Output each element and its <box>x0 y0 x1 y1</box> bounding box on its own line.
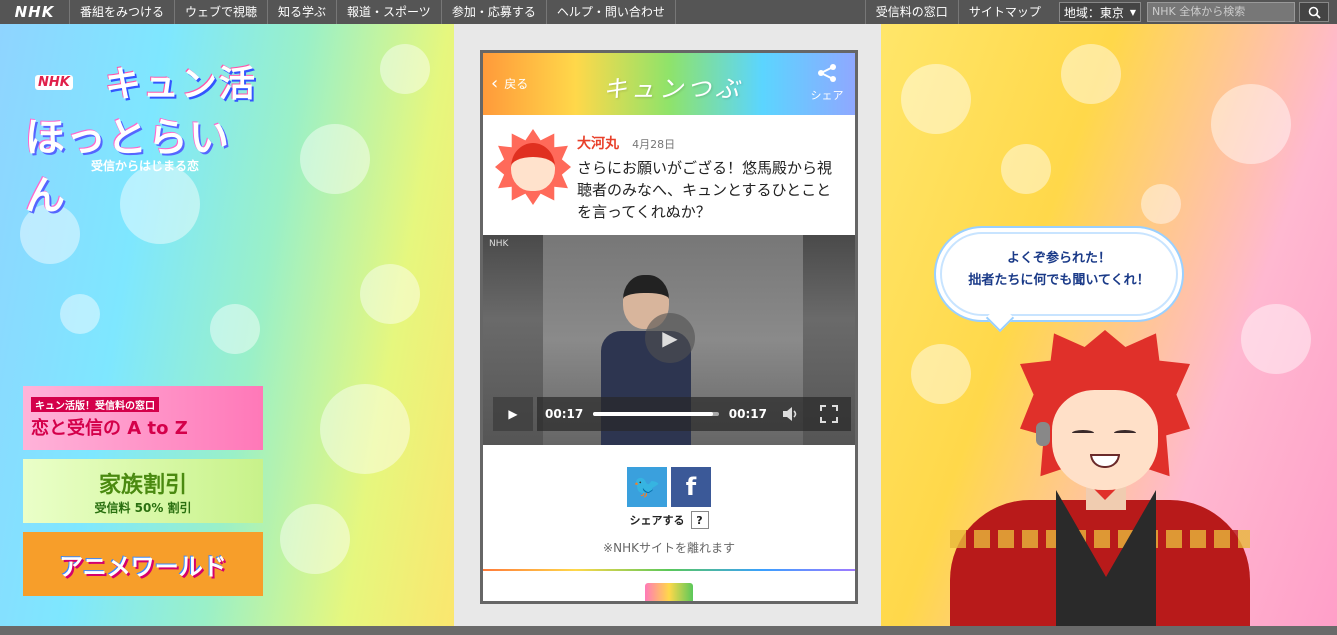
rainbow-divider <box>483 569 855 571</box>
avatar <box>495 129 571 205</box>
chevron-down-icon: ▼ <box>1129 7 1136 17</box>
seek-bar[interactable] <box>593 412 719 416</box>
play-icon: ▶ <box>662 326 678 350</box>
banner-anime-world[interactable]: アニメワールド <box>23 532 263 596</box>
show-logo-nhk: NHK <box>35 75 73 90</box>
phone-header: ‹ 戻る キュンつぶ シェア <box>483 53 855 115</box>
banner-1-title: 恋と受信の A to Z <box>31 417 188 439</box>
duration: 00:17 <box>728 407 767 421</box>
search-input[interactable]: NHK 全体から検索 <box>1147 2 1295 22</box>
nav-item-participate[interactable]: 参加・応募する <box>442 0 547 24</box>
nav-item-find-programs[interactable]: 番組をみつける <box>70 0 176 24</box>
volume-icon <box>783 407 797 421</box>
region-label: 地域：東京 <box>1063 5 1124 20</box>
volume-button[interactable] <box>777 397 805 431</box>
twitter-icon: 🐦 <box>633 474 661 500</box>
banner-3-title: アニメワールド <box>59 552 227 581</box>
share-label: シェア <box>810 89 844 102</box>
speech-line-2: 拙者たちに何でも聞いてくれ！ <box>968 273 1150 288</box>
character-illustration <box>940 330 1260 635</box>
post-author: 大河丸 <box>577 136 619 152</box>
current-time: 00:17 <box>545 407 584 421</box>
share-icon <box>809 63 845 87</box>
nav-item-watch-web[interactable]: ウェブで視聴 <box>175 0 269 24</box>
banner-2-subtitle: 受信料 50% 割引 <box>94 500 192 515</box>
banner-family-discount[interactable]: 家族割引 受信料 50% 割引 <box>23 459 263 523</box>
video-nhk-mark: NHK <box>489 239 509 249</box>
search-icon <box>1308 6 1321 19</box>
leave-site-note: ※NHKサイトを離れます <box>603 541 735 555</box>
back-button[interactable]: ‹ 戻る <box>491 73 528 94</box>
seek-bar-progress <box>593 412 713 416</box>
video-player[interactable]: NHK ▶ ▶ 00:17 00:17 <box>483 235 855 445</box>
sns-buttons: 🐦 f <box>483 467 855 507</box>
chevron-left-icon: ‹ <box>491 73 499 94</box>
nav-item-news-sports[interactable]: 報道・スポーツ <box>337 0 442 24</box>
nav-item-license-fee[interactable]: 受信料の窓口 <box>864 0 958 24</box>
share-button-label: シェアする <box>629 514 685 527</box>
fullscreen-button[interactable] <box>815 397 843 431</box>
share-row: シェアする ? <box>483 511 855 529</box>
help-button[interactable]: ? <box>690 511 709 529</box>
facebook-share-button[interactable]: f <box>671 467 711 507</box>
speech-line-1: よくぞ参られた！ <box>1006 251 1111 266</box>
phone-frame: ‹ 戻る キュンつぶ シェア 大河丸 4月28日 さらにお願いがござる！悠馬殿か… <box>480 50 858 604</box>
play-overlay-button[interactable]: ▶ <box>645 313 695 363</box>
headset-icon <box>1036 422 1050 446</box>
nhk-logo[interactable]: NHK <box>0 0 70 24</box>
video-timeline-bar: 00:17 00:17 <box>537 397 851 431</box>
share-button[interactable]: シェア <box>809 63 845 103</box>
post-date: 4月28日 <box>632 138 676 151</box>
nav-item-learn[interactable]: 知る学ぶ <box>268 0 338 24</box>
footer-logo <box>645 583 693 601</box>
post: 大河丸 4月28日 さらにお願いがござる！悠馬殿から視聴者のみなへ、キュンとする… <box>483 115 855 235</box>
facebook-icon: f <box>685 473 697 501</box>
fullscreen-icon <box>820 405 838 423</box>
speech-bubble: よくぞ参られた！ 拙者たちに何でも聞いてくれ！ <box>940 232 1178 316</box>
banner-2-title: 家族割引 <box>98 472 187 498</box>
share-area: 🐦 f シェアする ? ※NHKサイトを離れます <box>483 445 855 556</box>
play-button[interactable]: ▶ <box>493 397 533 431</box>
nav-item-sitemap[interactable]: サイトマップ <box>957 0 1051 24</box>
twitter-share-button[interactable]: 🐦 <box>627 467 667 507</box>
global-nav: NHK 番組をみつける ウェブで視聴 知る学ぶ 報道・スポーツ 参加・応募する … <box>0 0 1337 24</box>
app-title: キュンつぶ <box>603 75 743 103</box>
nav-item-help[interactable]: ヘルプ・問い合わせ <box>547 0 676 24</box>
show-logo-line1: キュン活 <box>105 64 258 105</box>
back-label: 戻る <box>504 77 529 91</box>
post-text: さらにお願いがござる！悠馬殿から視聴者のみなへ、キュンとするひとことを言ってくれ… <box>577 159 833 221</box>
banner-koi-to-jushin[interactable]: キュン活版！受信料の窓口 恋と受信の A to Z <box>23 386 263 450</box>
video-controls: ▶ 00:17 00:17 <box>493 397 851 431</box>
show-logo[interactable]: NHK キュン活 ほっとらいん 受信からはじまる恋 <box>25 55 265 219</box>
region-select[interactable]: 地域：東京 ▼ <box>1058 2 1141 22</box>
show-logo-tagline: 受信からはじまる恋 <box>90 159 199 173</box>
banner-1-subtitle: キュン活版！受信料の窓口 <box>31 396 159 412</box>
play-icon: ▶ <box>508 407 518 421</box>
bottom-band <box>0 626 1337 635</box>
search-button[interactable] <box>1299 2 1329 22</box>
